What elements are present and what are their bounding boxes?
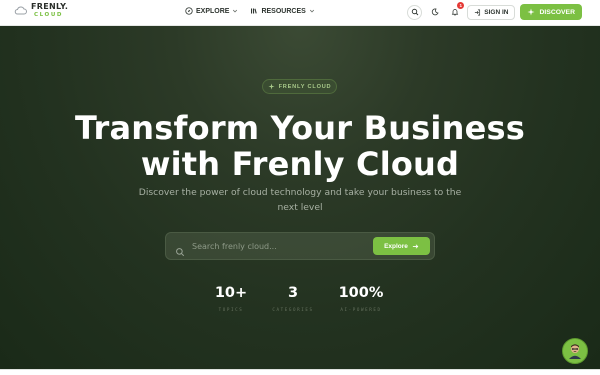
stat-label: TOPICS bbox=[218, 307, 244, 312]
stat-label: AI-POWERED bbox=[340, 307, 382, 312]
explore-label: Explore bbox=[384, 242, 408, 250]
sign-in-label: SIGN IN bbox=[484, 8, 509, 16]
main-menu: EXPLORE RESOURCES bbox=[185, 7, 315, 15]
sign-in-icon bbox=[475, 9, 481, 15]
hero-section: FRENLY CLOUD Transform Your Business wit… bbox=[0, 26, 600, 369]
nav-actions: 1 SIGN IN DISCOVER bbox=[407, 1, 582, 20]
chat-assistant-button[interactable] bbox=[562, 338, 588, 364]
hero-badge-label: FRENLY CLOUD bbox=[278, 83, 332, 90]
brand-logo[interactable]: FRENLY. CLOUD bbox=[14, 3, 68, 19]
search-icon bbox=[175, 242, 185, 261]
theme-toggle[interactable] bbox=[427, 5, 442, 20]
sparkle-icon bbox=[527, 8, 535, 16]
page-bottom-edge bbox=[0, 369, 600, 375]
explore-button[interactable]: Explore bbox=[373, 237, 430, 255]
hero-title-line-2: with Frenly Cloud bbox=[140, 145, 460, 183]
library-icon bbox=[251, 8, 258, 14]
hero-search-bar: Explore bbox=[165, 232, 435, 260]
chevron-down-icon bbox=[233, 9, 238, 13]
menu-resources-label: RESOURCES bbox=[261, 7, 306, 15]
stat-label: CATEGORIES bbox=[272, 307, 314, 312]
brand-name: FRENLY. bbox=[31, 2, 69, 11]
brand-sub: CLOUD bbox=[34, 12, 64, 18]
stat-value: 100% bbox=[338, 285, 384, 301]
stat-value: 3 bbox=[287, 285, 299, 301]
discover-button[interactable]: DISCOVER bbox=[520, 4, 582, 20]
hero-title-line-1: Transform Your Business bbox=[75, 109, 525, 147]
top-navbar: FRENLY. CLOUD EXPLORE RESOURCES 1 SIGN I… bbox=[0, 0, 600, 26]
arrow-right-icon bbox=[412, 243, 419, 249]
hero-subtitle: Discover the power of cloud technology a… bbox=[138, 187, 462, 213]
sparkle-icon bbox=[268, 83, 275, 90]
search-button[interactable] bbox=[407, 4, 423, 20]
stat-ai-powered: 100% AI-POWERED bbox=[332, 284, 390, 312]
menu-explore-label: EXPLORE bbox=[196, 7, 230, 15]
search-input[interactable] bbox=[192, 238, 367, 255]
menu-explore[interactable]: EXPLORE bbox=[185, 7, 238, 15]
hero-badge: FRENLY CLOUD bbox=[262, 79, 337, 94]
hero-title: Transform Your Business with Frenly Clou… bbox=[0, 110, 600, 182]
chevron-down-icon bbox=[309, 9, 314, 13]
discover-label: DISCOVER bbox=[539, 8, 575, 16]
search-icon bbox=[411, 8, 419, 16]
stat-categories: 3 CATEGORIES bbox=[266, 284, 320, 312]
sign-in-button[interactable]: SIGN IN bbox=[467, 4, 516, 20]
stat-topics: 10+ TOPICS bbox=[205, 284, 257, 312]
compass-icon bbox=[185, 7, 193, 15]
stat-value: 10+ bbox=[214, 285, 248, 301]
menu-resources[interactable]: RESOURCES bbox=[250, 7, 314, 15]
cloud-icon bbox=[14, 6, 27, 15]
avatar-icon bbox=[569, 344, 581, 359]
notifications-button[interactable]: 1 bbox=[447, 1, 465, 20]
moon-icon bbox=[431, 8, 439, 16]
bell-icon bbox=[451, 9, 458, 16]
notification-badge: 1 bbox=[457, 1, 465, 9]
